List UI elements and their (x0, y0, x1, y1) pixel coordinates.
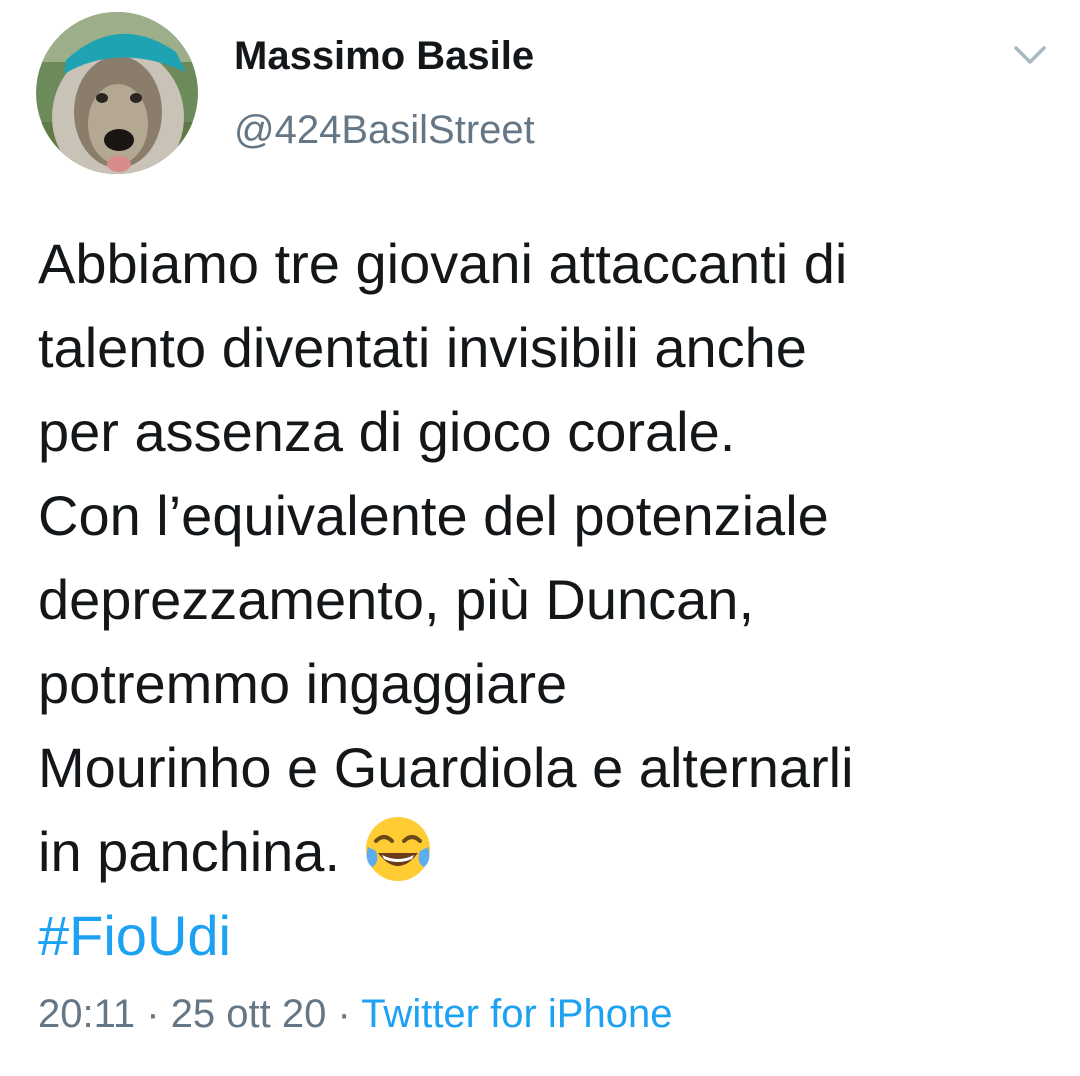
meta-separator: · (135, 992, 171, 1036)
tweet-text-line: deprezzamento, più Duncan, (38, 568, 754, 631)
tweet-text-line-last: in panchina. (38, 810, 1048, 894)
tweet-text: Abbiamo tre giovani attaccanti di talent… (38, 222, 1048, 978)
tweet-text-line: potremmo ingaggiare (38, 652, 568, 715)
tweet-text-line: Con l’equivalente del potenziale (38, 484, 829, 547)
dog-avatar-icon[interactable] (36, 12, 198, 174)
tweet-text-line: Mourinho e Guardiola e alternarli (38, 736, 854, 799)
face-with-tears-of-joy-icon (362, 813, 434, 885)
tweet-card: Massimo Basile @424BasilStreet Abbiamo t… (0, 0, 1080, 1076)
tweet-text-line: talento diventati invisibili anche (38, 316, 807, 379)
tweet-time: 20:11 (38, 992, 136, 1036)
author-name[interactable]: Massimo Basile (234, 34, 534, 79)
author-handle[interactable]: @424BasilStreet (234, 108, 535, 153)
tweet-source-link[interactable]: Twitter for iPhone (361, 992, 672, 1036)
tweet-text-line: per assenza di gioco corale. (38, 400, 736, 463)
tweet-text-line: in panchina. (38, 820, 341, 883)
chevron-down-icon[interactable] (1010, 40, 1050, 72)
tweet-date: 25 ott 20 (170, 992, 327, 1036)
hashtag-link[interactable]: #FioUdi (38, 894, 1048, 978)
meta-separator: · (326, 992, 362, 1036)
tweet-text-line: Abbiamo tre giovani attaccanti di (38, 232, 848, 295)
tweet-meta: 20:11 · 25 ott 20 · Twitter for iPhone (38, 992, 672, 1037)
